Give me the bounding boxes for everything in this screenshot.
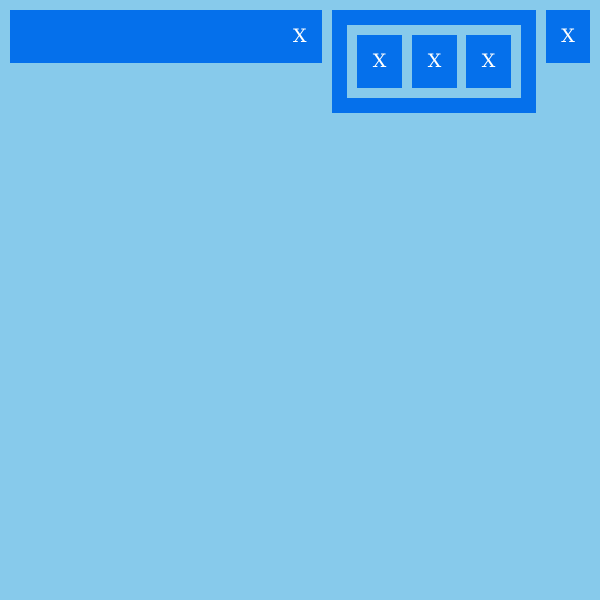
group-button-2-label: X [427, 50, 442, 72]
group-button-2[interactable]: X [412, 35, 457, 88]
button-group-inner: X X X [347, 25, 521, 98]
group-button-1-label: X [372, 50, 387, 72]
group-button-3[interactable]: X [466, 35, 511, 88]
group-button-3-label: X [481, 50, 496, 72]
button-group-frame: X X X [332, 10, 536, 113]
right-button[interactable]: X [546, 10, 590, 63]
group-button-1[interactable]: X [357, 35, 402, 88]
top-bar-close-button[interactable]: X [293, 27, 307, 46]
top-bar: X [10, 10, 322, 63]
right-button-label: X [561, 25, 575, 47]
canvas: { "colors": { "background": "#87CAEB", "… [0, 0, 600, 600]
